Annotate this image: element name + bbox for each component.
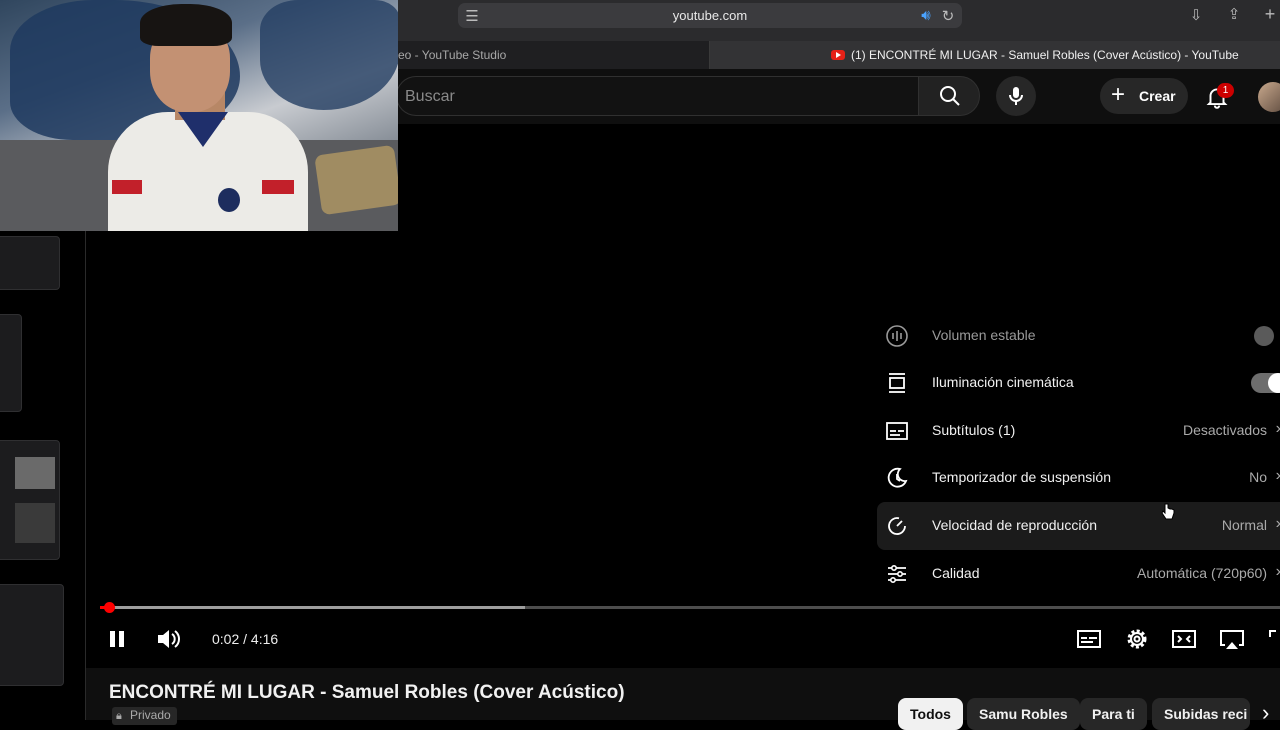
webcam-background xyxy=(260,0,398,110)
pause-icon[interactable] xyxy=(101,623,133,655)
webcam-shirt-crest xyxy=(218,188,240,212)
window-thumbnail[interactable] xyxy=(0,584,64,686)
new-tab-icon[interactable]: + xyxy=(1260,4,1280,25)
thumbnail-image xyxy=(15,457,55,489)
subtitles-toggle-icon[interactable] xyxy=(1073,623,1105,655)
chevron-right-icon[interactable]: › xyxy=(1262,700,1269,726)
settings-gear-icon[interactable] xyxy=(1121,623,1153,655)
settings-item-value: Normal xyxy=(1221,517,1267,533)
stable-volume-toggle[interactable] xyxy=(1254,326,1274,346)
settings-item-label: Velocidad de reproducción xyxy=(932,517,1098,533)
settings-item-stable-volume[interactable]: Volumen estable xyxy=(877,312,1280,360)
search-placeholder: Buscar xyxy=(405,88,455,105)
chip-subidas-recientes[interactable]: Subidas reci xyxy=(1152,698,1250,730)
chip-samu-robles[interactable]: Samu Robles xyxy=(967,698,1080,730)
search-button[interactable] xyxy=(918,76,980,116)
chevron-right-icon: › xyxy=(1276,515,1280,533)
chevron-right-icon: › xyxy=(1276,420,1280,438)
lock-icon: 🔒︎ xyxy=(116,710,122,722)
airplay-icon[interactable] xyxy=(1216,623,1248,655)
chevron-right-icon: › xyxy=(1276,563,1280,581)
settings-item-value: Automática (720p60) xyxy=(1137,565,1267,581)
chevron-right-icon: › xyxy=(1276,467,1280,485)
webcam-person-hair xyxy=(140,4,232,46)
ambient-mode-icon xyxy=(889,373,905,393)
settings-item-value: No xyxy=(1249,469,1267,485)
settings-item-label: Volumen estable xyxy=(932,327,1036,343)
settings-item-quality[interactable]: Calidad Automática (720p60) › xyxy=(877,550,1280,598)
progress-buffered xyxy=(100,606,525,609)
voice-search-button[interactable] xyxy=(996,76,1036,116)
chip-all[interactable]: Todos xyxy=(898,698,963,730)
theater-mode-icon[interactable] xyxy=(1168,623,1200,655)
settings-item-playback-speed[interactable]: Velocidad de reproducción Normal › xyxy=(877,502,1280,550)
chip-para-ti[interactable]: Para ti xyxy=(1080,698,1147,730)
window-thumbnail[interactable] xyxy=(0,236,60,290)
share-icon[interactable]: ⇪ xyxy=(1224,5,1244,23)
video-title: ENCONTRÉ MI LUGAR - Samuel Robles (Cover… xyxy=(109,682,625,703)
volume-icon[interactable] xyxy=(152,623,184,655)
create-label: Crear xyxy=(1139,88,1176,104)
webcam-shirt-stripe xyxy=(112,180,142,194)
fullscreen-icon[interactable] xyxy=(1262,623,1280,655)
settings-item-label: Calidad xyxy=(932,565,980,581)
time-display: 0:02 / 4:16 xyxy=(212,631,279,647)
settings-item-label: Subtítulos (1) xyxy=(932,422,1016,438)
subtitles-icon xyxy=(886,422,908,440)
url-text: youtube.com xyxy=(672,8,748,23)
divider xyxy=(85,231,86,720)
playback-speed-icon xyxy=(888,517,906,535)
webcam-shirt-stripe xyxy=(262,180,294,194)
settings-item-sleep-timer[interactable]: Temporizador de suspensión No › xyxy=(877,454,1280,502)
window-thumbnail[interactable] xyxy=(0,440,60,560)
microphone-icon xyxy=(1009,87,1023,105)
settings-item-ambient-mode[interactable]: Iluminación cinemática xyxy=(877,359,1280,407)
plus-icon: + xyxy=(1111,81,1126,108)
notification-badge: 1 xyxy=(1217,83,1234,98)
youtube-favicon-icon xyxy=(831,50,845,60)
webcam-overlay xyxy=(0,0,398,231)
search-input[interactable] xyxy=(396,76,918,116)
thumbnail-image xyxy=(15,503,55,543)
webcam-pillow xyxy=(314,144,398,216)
reload-icon[interactable]: ↻ xyxy=(940,7,956,25)
settings-item-subtitles[interactable]: Subtítulos (1) Desactivados › xyxy=(877,407,1280,455)
sleep-timer-icon xyxy=(887,467,908,488)
address-bar[interactable]: ☰ youtube.com 🔊︎ ↻ xyxy=(458,3,962,28)
hand-cursor-icon xyxy=(1161,503,1175,520)
avatar[interactable] xyxy=(1258,82,1280,112)
progress-scrubber[interactable] xyxy=(104,602,115,613)
privacy-badge: 🔒︎ Privado xyxy=(112,707,177,725)
settings-item-label: Iluminación cinemática xyxy=(932,374,1074,390)
tab-youtube-video-label: (1) ENCONTRÉ MI LUGAR - Samuel Robles (C… xyxy=(851,48,1239,62)
settings-item-value: Desactivados xyxy=(1182,422,1267,438)
stable-volume-icon xyxy=(886,325,908,347)
window-thumbnail[interactable] xyxy=(0,314,22,412)
tab-youtube-studio-label: eo - YouTube Studio xyxy=(398,48,507,62)
audio-playing-icon[interactable]: 🔊︎ xyxy=(918,7,934,24)
settings-item-label: Temporizador de suspensión xyxy=(932,469,1111,485)
quality-icon xyxy=(888,564,906,584)
downloads-icon[interactable]: ⇩ xyxy=(1186,6,1206,24)
search-icon xyxy=(940,86,960,106)
